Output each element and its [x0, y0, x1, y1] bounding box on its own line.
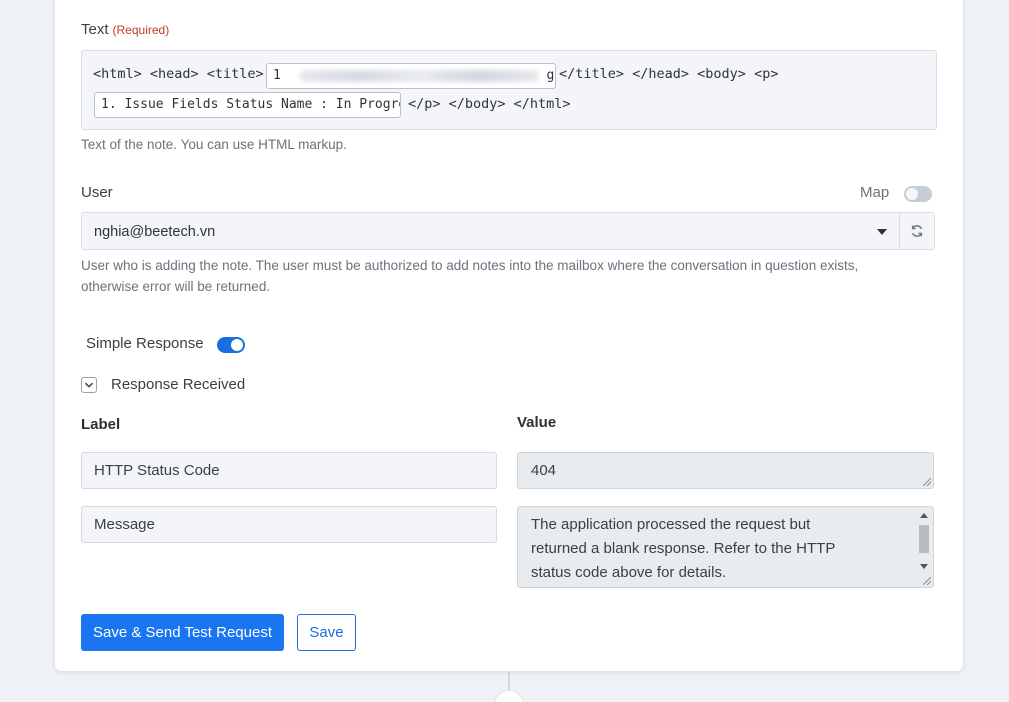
code-line-1-prefix: <html> <head> <title>	[93, 66, 264, 82]
response-value-line: The application processed the request bu…	[531, 516, 811, 533]
redacted-text	[298, 69, 539, 82]
resize-grip-icon[interactable]	[923, 478, 931, 486]
flow-connector-node	[494, 690, 524, 702]
code-line-1-suffix: </title> </head> <body> <p>	[559, 66, 779, 82]
response-value-textarea[interactable]: The application processed the request bu…	[517, 506, 934, 588]
response-label-text: Message	[94, 516, 155, 533]
map-toggle-knob	[906, 188, 918, 200]
map-toggle[interactable]	[904, 186, 932, 202]
response-value-line: returned a blank response. Refer to the …	[531, 540, 836, 557]
value-column-header: Value	[517, 414, 557, 431]
caret-down-icon	[877, 229, 887, 235]
scroll-thumb[interactable]	[919, 525, 929, 553]
scroll-up-arrow-icon[interactable]	[920, 513, 928, 518]
save-button[interactable]: Save	[297, 614, 356, 651]
response-received-collapse-button[interactable]	[81, 377, 97, 393]
title-variable-token[interactable]: 1 g	[266, 63, 556, 89]
response-label-text: HTTP Status Code	[94, 462, 220, 479]
refresh-icon	[911, 225, 923, 237]
simple-response-label: Simple Response	[86, 335, 204, 352]
user-select-value: nghia@beetech.vn	[94, 224, 216, 240]
user-field-label: User	[81, 184, 113, 201]
text-field-label: Text	[81, 21, 109, 38]
resize-grip-icon[interactable]	[923, 577, 931, 585]
user-select[interactable]: nghia@beetech.vn	[81, 212, 900, 250]
refresh-button[interactable]	[900, 212, 935, 250]
response-value-text: 404	[531, 462, 557, 479]
code-line-2-suffix: </p> </body> </html>	[408, 96, 571, 112]
body-token-text: 1. Issue Fields Status Name : In Progres…	[101, 97, 401, 112]
title-token-start: 1	[273, 68, 281, 83]
required-indicator: (Required)	[112, 23, 170, 37]
response-value-textarea[interactable]: 404	[517, 452, 934, 489]
simple-response-toggle-knob	[231, 339, 243, 351]
label-column-header: Label	[81, 416, 121, 433]
response-received-label: Response Received	[111, 376, 246, 393]
user-field-help-line-2: otherwise error will be returned.	[81, 279, 271, 294]
body-variable-token[interactable]: 1. Issue Fields Status Name : In Progres…	[94, 92, 401, 118]
save-and-send-test-button[interactable]: Save & Send Test Request	[81, 614, 284, 651]
map-label: Map	[860, 184, 890, 201]
simple-response-toggle[interactable]	[217, 337, 245, 353]
html-text-editor[interactable]: <html> <head> <title> 1 g </title> </hea…	[81, 50, 937, 130]
textarea-scrollbar[interactable]	[918, 511, 930, 569]
text-field-help: Text of the note. You can use HTML marku…	[81, 137, 347, 152]
title-token-end: g	[546, 68, 555, 83]
user-field-help-line-1: User who is adding the note. The user mu…	[81, 258, 859, 273]
response-value-line: status code above for details.	[531, 564, 727, 581]
chevron-down-icon	[84, 382, 94, 388]
scroll-down-arrow-icon[interactable]	[920, 564, 928, 569]
text-field-label-row: Text (Required)	[81, 21, 169, 39]
response-label-input[interactable]: HTTP Status Code	[81, 452, 497, 489]
response-label-input[interactable]: Message	[81, 506, 497, 543]
